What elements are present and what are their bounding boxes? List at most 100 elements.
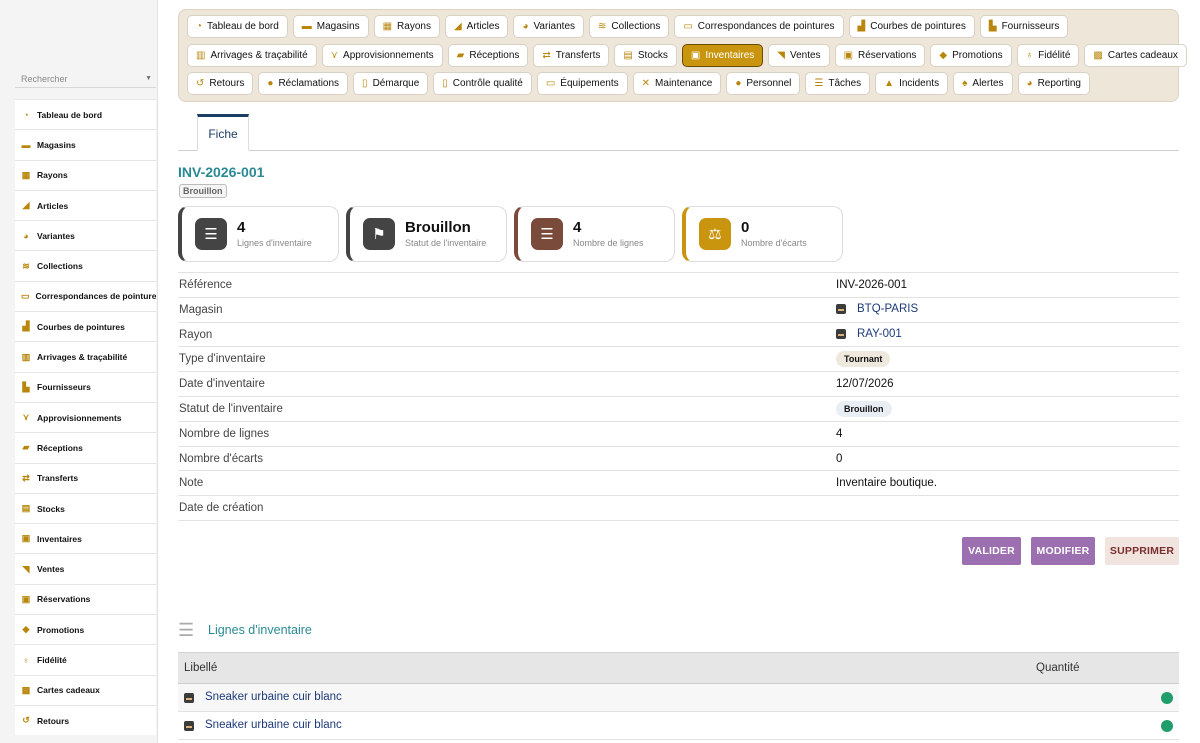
sidebar-item[interactable]: ▤ Stocks (15, 492, 156, 524)
nav-button[interactable]: ▭ Équipements (536, 72, 628, 95)
nav-button-label: Articles (466, 21, 500, 32)
nav-button[interactable]: ▣ Inventaires (681, 44, 764, 67)
row-label-link[interactable]: Sneaker urbaine cuir blanc (205, 719, 342, 731)
nav-button[interactable]: ▲ Incidents (875, 72, 949, 95)
nav-button[interactable]: ▯ Contrôle qualité (433, 72, 532, 95)
nav-button[interactable]: ▦ Rayons (373, 15, 440, 38)
search-input[interactable]: Rechercher ▼ (15, 70, 156, 88)
sidebar-item[interactable]: ◢ Articles (15, 189, 156, 221)
card-label: Nombre de lignes (573, 238, 644, 248)
field-row: Nombre d'écarts 0 (178, 447, 1179, 472)
nav-button[interactable]: ✕ Maintenance (632, 72, 722, 95)
nav-button-label: Fournisseurs (1001, 21, 1060, 32)
sidebar-item[interactable]: ▟ Courbes de pointures (15, 311, 156, 342)
tab-fiche[interactable]: Fiche (197, 114, 249, 151)
sidebar-item[interactable]: ▩ Cartes cadeaux (15, 674, 156, 705)
field-label: Nombre de lignes (179, 427, 270, 440)
users-icon: ● (735, 78, 742, 89)
supprimer-button[interactable]: SUPPRIMER (1105, 537, 1179, 565)
sidebar-item-label: Articles (37, 200, 69, 211)
nav-button[interactable]: ● Réclamations (258, 72, 349, 95)
search-placeholder: Rechercher (21, 74, 68, 84)
nav-button[interactable]: ▤ Stocks (614, 44, 677, 67)
sidebar-item[interactable]: ◔ Tableau de bord (15, 99, 156, 130)
nav-button[interactable]: ▭ Correspondances de pointures (674, 15, 844, 38)
field-row: Magasin BTQ-PARIS (178, 298, 1179, 323)
nav-button[interactable]: ▙ Fournisseurs (979, 15, 1069, 38)
nav-button[interactable]: ◔ Tableau de bord (187, 15, 288, 38)
row-label-link[interactable]: Sneaker urbaine cuir blanc (205, 691, 342, 703)
sidebar-item[interactable]: ▦ Rayons (15, 159, 156, 190)
clipboard-check-icon: ▣ (21, 533, 31, 544)
table-row[interactable]: Sneaker urbaine cuir blanc (178, 684, 1179, 712)
nav-button[interactable]: ◕ Variantes (513, 15, 585, 38)
nav-button[interactable]: ↺ Retours (187, 72, 254, 95)
sidebar-item[interactable]: ▣ Réservations (15, 583, 156, 615)
sidebar-item[interactable]: ▙ Fournisseurs (15, 371, 156, 402)
sidebar-item[interactable]: ▭ Correspondances de pointures (15, 280, 156, 312)
nav-button-label: Réclamations (278, 78, 340, 89)
nav-button[interactable]: ≋ Collections (589, 15, 670, 38)
store-icon: ▬ (301, 21, 312, 32)
nav-button[interactable]: ◆ Promotions (930, 44, 1012, 67)
nav-button-label: Personnel (746, 78, 792, 89)
field-row: Statut de l'inventaire Brouillon (178, 397, 1179, 422)
grid-icon: ▦ (382, 21, 393, 32)
field-link[interactable]: BTQ-PARIS (836, 303, 918, 315)
clipboard-icon: ▯ (442, 78, 448, 89)
sidebar-item-label: Transferts (37, 473, 79, 484)
list-icon: ☰ (178, 620, 195, 640)
field-label: Date de création (179, 502, 264, 515)
arrows-icon: ⇄ (542, 50, 551, 61)
sidebar-item[interactable]: ◥ Ventes (15, 553, 156, 584)
store-thumbnail-icon (836, 303, 846, 314)
sidebar-item[interactable]: ≋ Collections (15, 250, 156, 281)
nav-button[interactable]: ▬ Magasins (292, 15, 369, 38)
nav-button-label: Retours (209, 78, 245, 89)
nav-button-label: Magasins (316, 21, 360, 32)
tags-icon: ◆ (939, 50, 948, 61)
nav-button-label: Reporting (1037, 78, 1081, 89)
sidebar-item[interactable]: ▬ Magasins (15, 129, 156, 160)
nav-button[interactable]: ☰ Tâches (805, 72, 871, 95)
nav-button[interactable]: ▩ Cartes cadeaux (1084, 44, 1187, 67)
nav-button[interactable]: ● Personnel (726, 72, 801, 95)
table-row[interactable]: Sneaker urbaine cuir blanc (178, 712, 1179, 740)
sidebar-item-label: Cartes cadeaux (37, 685, 100, 696)
sidebar-item[interactable]: ▰ Réceptions (15, 432, 156, 463)
sidebar-item[interactable]: ◆ Promotions (15, 614, 156, 645)
nav-button[interactable]: ▣ Réservations (834, 44, 926, 67)
calendar-check-icon: ▣ (21, 593, 31, 604)
sidebar-item[interactable]: ▣ Inventaires (15, 523, 156, 554)
nav-button[interactable]: ◕ Reporting (1017, 72, 1090, 95)
sidebar-item[interactable]: ⇄ Transferts (15, 462, 156, 493)
sidebar-item[interactable]: ↺ Retours (15, 704, 156, 736)
gift-icon: ▩ (1093, 50, 1103, 61)
nav-button[interactable]: ◥ Ventes (768, 44, 830, 67)
field-label: Date d'inventaire (179, 378, 265, 391)
nav-button[interactable]: ♠ Alertes (953, 72, 1013, 95)
field-label: Rayon (179, 328, 213, 341)
nav-button[interactable]: ◢ Articles (444, 15, 509, 38)
nav-button[interactable]: ⇄ Transferts (533, 44, 610, 67)
column-header-label: Libellé (184, 662, 218, 674)
modifier-button[interactable]: MODIFIER (1031, 537, 1095, 565)
field-row: Nombre de lignes 4 (178, 422, 1179, 447)
valider-button[interactable]: VALIDER (962, 537, 1021, 565)
nav-button[interactable]: ⋎ Approvisionnements (321, 44, 443, 67)
sidebar-item[interactable]: ⋎ Approvisionnements (15, 401, 156, 433)
tags-icon: ◆ (22, 624, 30, 635)
cart-icon: ◥ (22, 563, 30, 574)
undo-icon: ↺ (196, 78, 205, 89)
field-row: Rayon RAY-001 (178, 323, 1179, 348)
sidebar-item[interactable]: ♁ Fidélité (15, 644, 156, 675)
nav-button[interactable]: ▟ Courbes de pointures (848, 15, 975, 38)
nav-button[interactable]: ▯ Démarque (353, 72, 429, 95)
nav-button[interactable]: ♁ Fidélité (1016, 44, 1080, 67)
chevron-down-icon[interactable]: ▼ (145, 75, 152, 82)
sidebar-item[interactable]: ◕ Variantes (15, 220, 156, 251)
nav-button[interactable]: ▥ Arrivages & traçabilité (187, 44, 317, 67)
field-link[interactable]: RAY-001 (836, 328, 902, 340)
sidebar-item[interactable]: ▥ Arrivages & traçabilité (15, 341, 156, 372)
nav-button[interactable]: ▰ Réceptions (447, 44, 529, 67)
